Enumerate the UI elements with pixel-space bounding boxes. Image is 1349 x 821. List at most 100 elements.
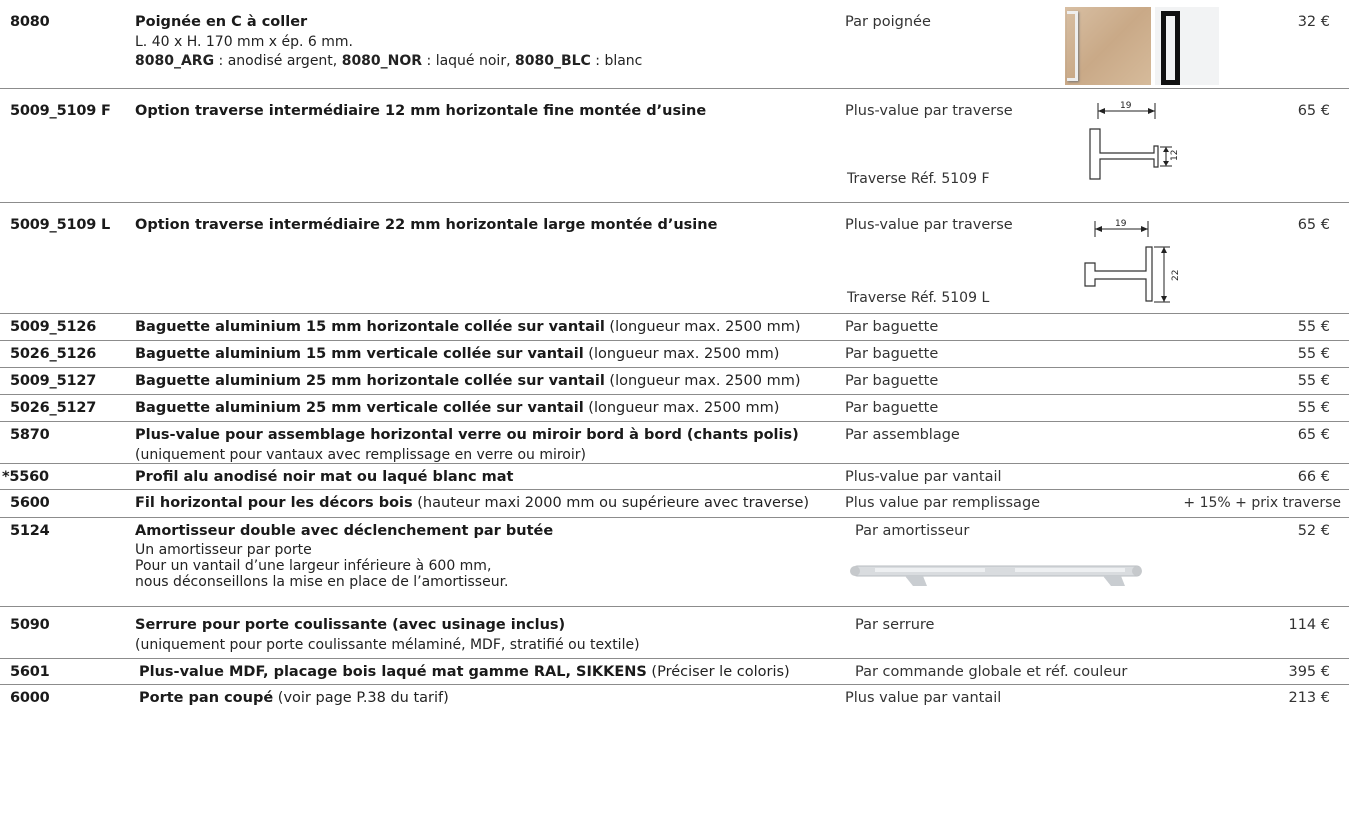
item-detail: Pour un vantail d’une largeur inférieure… (135, 558, 492, 574)
unit: Plus-value par traverse (845, 217, 1013, 233)
description: Amortisseur double avec déclenchement pa… (135, 523, 835, 590)
table-row: 5009_5109 L Option traverse intermédiair… (0, 203, 1349, 314)
handle-black-image (1155, 7, 1219, 85)
price: 65 € (1297, 427, 1330, 443)
table-row: 5009_5109 F Option traverse intermédiair… (0, 89, 1349, 203)
option-code: 8080_BLC (514, 53, 591, 69)
dim-height: 22 (1171, 270, 1181, 281)
unit: Plus value par remplissage (845, 495, 1041, 511)
unit: Par commande globale et réf. couleur (855, 664, 1128, 680)
description: Option traverse intermédiaire 12 mm hori… (135, 103, 835, 120)
description: Baguette aluminium 15 mm verticale collé… (135, 346, 835, 363)
price: 55 € (1297, 400, 1330, 416)
profile-reference: Traverse Réf. 5109 L (847, 290, 990, 306)
item-title: Plus-value MDF, placage bois laqué mat g… (139, 664, 647, 680)
price: 52 € (1297, 523, 1330, 539)
option-text: : blanc (590, 53, 643, 69)
ref-code: 5009_5127 (10, 373, 97, 389)
description: Plus-value pour assemblage horizontal ve… (135, 427, 835, 463)
unit: Par baguette (845, 346, 939, 362)
table-row: 5026_5126 Baguette aluminium 15 mm verti… (0, 341, 1349, 368)
option-text: : anodisé argent, (214, 53, 342, 69)
table-row: 5600 Fil horizontal pour les décors bois… (0, 490, 1349, 518)
item-title: Fil horizontal pour les décors bois (135, 495, 413, 511)
ref-code: 5601 (10, 664, 50, 680)
price: 65 € (1297, 103, 1330, 119)
ref-code: 5026_5126 (10, 346, 97, 362)
ref-code: 5090 (10, 617, 50, 633)
item-title: Baguette aluminium 15 mm verticale collé… (135, 346, 584, 362)
item-title: Profil alu anodisé noir mat ou laqué bla… (135, 469, 514, 485)
description: Plus-value MDF, placage bois laqué mat g… (139, 664, 839, 681)
item-title: Baguette aluminium 15 mm horizontale col… (135, 319, 605, 335)
unit: Par baguette (845, 373, 939, 389)
description: Poignée en C à coller L. 40 x H. 170 mm … (135, 14, 835, 69)
item-note: (hauteur maxi 2000 mm ou supérieure avec… (412, 495, 810, 511)
description: Profil alu anodisé noir mat ou laqué bla… (135, 469, 835, 486)
damper-image (850, 565, 1142, 586)
table-row: 5009_5127 Baguette aluminium 25 mm horiz… (0, 368, 1349, 395)
description: Option traverse intermédiaire 22 mm hori… (135, 217, 835, 234)
item-title: Serrure pour porte coulissante (avec usi… (135, 617, 566, 633)
table-row: 8080 Poignée en C à coller L. 40 x H. 17… (0, 0, 1349, 89)
dim-width: 19 (1120, 101, 1132, 111)
table-row: 6000 Porte pan coupé (voir page P.38 du … (0, 685, 1349, 711)
item-options: 8080_ARG : anodisé argent, 8080_NOR : la… (135, 53, 835, 69)
item-title: Option traverse intermédiaire 12 mm hori… (135, 103, 707, 119)
description: Serrure pour porte coulissante (avec usi… (135, 617, 835, 653)
ref-code: 5870 (10, 427, 50, 443)
ref-code: 5026_5127 (10, 400, 97, 416)
crossbar-profile-diagram: 19 22 (1084, 219, 1181, 303)
ref-code: 6000 (10, 690, 50, 706)
description: Baguette aluminium 15 mm horizontale col… (135, 319, 835, 336)
table-row: 5601 Plus-value MDF, placage bois laqué … (0, 659, 1349, 685)
unit: Par serrure (855, 617, 935, 633)
table-row: 5090 Serrure pour porte coulissante (ave… (0, 607, 1349, 659)
unit: Par baguette (845, 400, 939, 416)
unit: Plus-value par vantail (845, 469, 1002, 485)
price: 395 € (1288, 664, 1330, 680)
description: Porte pan coupé (voir page P.38 du tarif… (139, 690, 839, 707)
crossbar-profile-diagram: 19 12 (1089, 101, 1180, 180)
price: 66 € (1297, 469, 1330, 485)
item-title: Plus-value pour assemblage horizontal ve… (135, 427, 799, 443)
item-note: (longueur max. 2500 mm) (583, 400, 780, 416)
table-row: *5560 Profil alu anodisé noir mat ou laq… (0, 464, 1349, 490)
option-code: 8080_NOR (341, 53, 423, 69)
item-note: (longueur max. 2500 mm) (604, 319, 801, 335)
item-title: Option traverse intermédiaire 22 mm hori… (135, 217, 718, 233)
unit: Plus-value par traverse (845, 103, 1013, 119)
ref-code: 5009_5126 (10, 319, 97, 335)
ref-code: 5009_5109 L (10, 217, 111, 233)
item-detail: Un amortisseur par porte (135, 542, 312, 558)
dim-width: 19 (1115, 219, 1127, 229)
price: 55 € (1297, 319, 1330, 335)
price: 55 € (1297, 373, 1330, 389)
option-code: 8080_ARG (135, 53, 215, 69)
price: 65 € (1297, 217, 1330, 233)
option-text: : laqué noir, (422, 53, 515, 69)
description: Baguette aluminium 25 mm horizontale col… (135, 373, 835, 390)
item-detail: (uniquement pour vantaux avec remplissag… (135, 447, 586, 463)
ref-code: 5124 (10, 523, 50, 539)
item-detail: (uniquement pour porte coulissante mélam… (135, 637, 640, 653)
item-note: (longueur max. 2500 mm) (583, 346, 780, 362)
description: Fil horizontal pour les décors bois (hau… (135, 495, 845, 512)
ref-code: 8080 (10, 14, 50, 30)
profile-reference: Traverse Réf. 5109 F (847, 171, 990, 187)
unit: Par assemblage (845, 427, 960, 443)
item-note: (longueur max. 2500 mm) (604, 373, 801, 389)
unit: Plus value par vantail (845, 690, 1002, 706)
item-detail: nous déconseillons la mise en place de l… (135, 574, 509, 590)
item-title: Baguette aluminium 25 mm verticale collé… (135, 400, 584, 416)
table-row: 5009_5126 Baguette aluminium 15 mm horiz… (0, 314, 1349, 341)
item-note: (voir page P.38 du tarif) (273, 690, 449, 706)
price: 32 € (1297, 14, 1330, 30)
unit: Par poignée (845, 14, 931, 30)
item-detail: L. 40 x H. 170 mm x ép. 6 mm. (135, 34, 353, 50)
unit: Par baguette (845, 319, 939, 335)
price: 55 € (1297, 346, 1330, 362)
ref-code: 5600 (10, 495, 50, 511)
price: 213 € (1288, 690, 1330, 706)
item-title: Porte pan coupé (139, 690, 274, 706)
